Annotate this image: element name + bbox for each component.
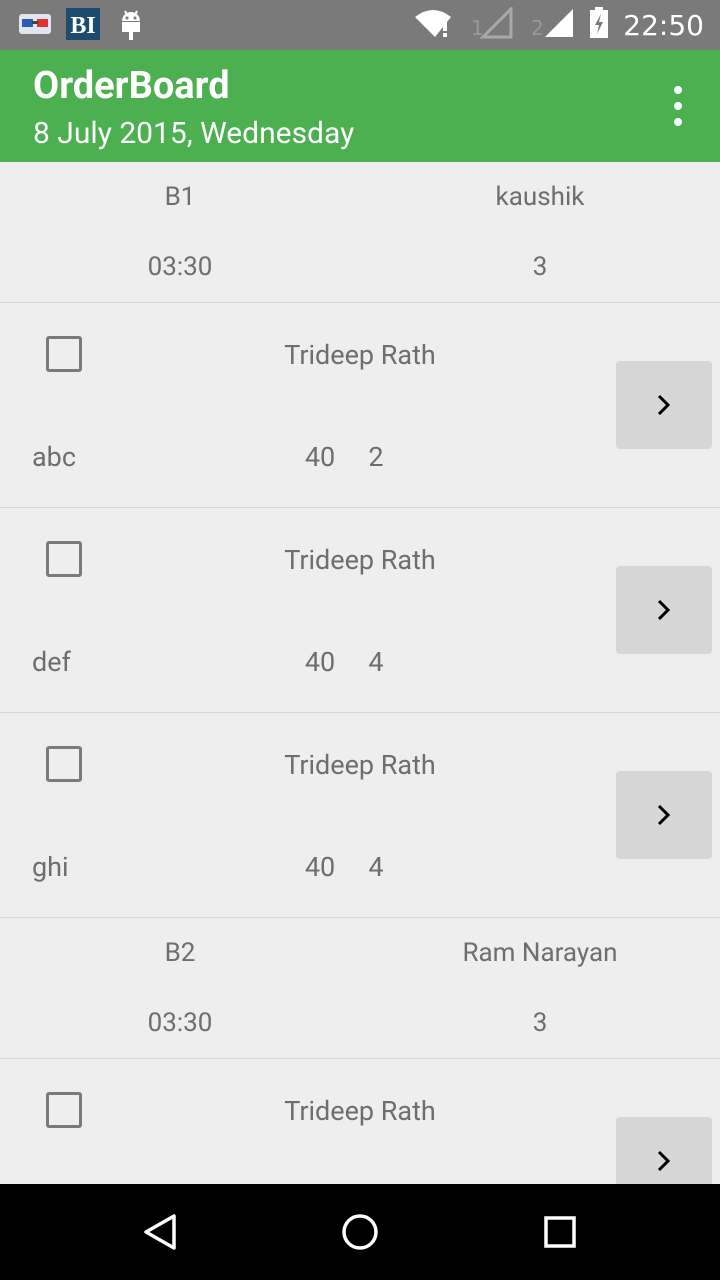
svg-text:BI: BI xyxy=(70,13,95,39)
order-row: Trideep Rath ghi 40 4 xyxy=(0,713,720,918)
app-bar: OrderBoard 8 July 2015, Wednesday xyxy=(0,50,720,162)
chevron-right-icon xyxy=(657,599,671,621)
order-qty: 4 xyxy=(368,851,384,883)
order-customer: Trideep Rath xyxy=(284,339,436,371)
system-nav-bar xyxy=(0,1184,720,1280)
order-row: Trideep Rath abc 40 2 xyxy=(0,303,720,508)
wifi-icon xyxy=(413,7,453,43)
chevron-right-icon xyxy=(657,804,671,826)
svg-text:1: 1 xyxy=(471,16,484,39)
order-item: ghi xyxy=(32,851,69,883)
order-row: Trideep Rath def 40 4 xyxy=(0,508,720,713)
order-price: 40 xyxy=(304,441,336,473)
order-price: 40 xyxy=(304,851,336,883)
bi-icon: BI xyxy=(66,8,100,40)
battery-icon xyxy=(589,7,609,43)
back-icon[interactable] xyxy=(130,1202,190,1262)
clock: 22:50 xyxy=(623,8,704,42)
order-price: 40 xyxy=(304,646,336,678)
order-item: def xyxy=(32,646,71,678)
signal-sim1-icon: 1 xyxy=(467,5,513,43)
android-icon xyxy=(114,8,148,40)
signal-sim2-icon: 2 xyxy=(527,7,575,43)
group-count: 3 xyxy=(532,1008,548,1038)
order-customer: Trideep Rath xyxy=(284,1095,436,1127)
order-details-button[interactable] xyxy=(616,566,712,654)
group-time: 03:30 xyxy=(147,1008,213,1038)
group-name: Ram Narayan xyxy=(462,938,618,968)
group-name: kaushik xyxy=(495,182,585,212)
order-details-button[interactable] xyxy=(616,1117,712,1184)
group-header: B1 kaushik 03:30 3 xyxy=(0,162,720,303)
group-header: B2 Ram Narayan 03:30 3 xyxy=(0,918,720,1059)
order-customer: Trideep Rath xyxy=(284,544,436,576)
recents-icon[interactable] xyxy=(530,1202,590,1262)
group-batch: B2 xyxy=(164,938,196,968)
glasses-icon xyxy=(18,8,52,40)
order-customer: Trideep Rath xyxy=(284,749,436,781)
order-row: Trideep Rath xyxy=(0,1059,720,1184)
order-qty: 2 xyxy=(368,441,384,473)
svg-text:2: 2 xyxy=(531,16,544,39)
group-batch: B1 xyxy=(164,182,196,212)
group-time: 03:30 xyxy=(147,252,213,282)
order-list[interactable]: B1 kaushik 03:30 3 Trideep Rath abc 40 2… xyxy=(0,162,720,1184)
home-icon[interactable] xyxy=(330,1202,390,1262)
app-subtitle-date: 8 July 2015, Wednesday xyxy=(33,116,355,151)
app-title: OrderBoard xyxy=(33,64,230,108)
order-details-button[interactable] xyxy=(616,771,712,859)
order-item: abc xyxy=(32,441,76,473)
order-details-button[interactable] xyxy=(616,361,712,449)
order-qty: 4 xyxy=(368,646,384,678)
overflow-menu-icon[interactable] xyxy=(666,86,690,126)
chevron-right-icon xyxy=(657,394,671,416)
status-bar: BI 1 2 22:50 xyxy=(0,0,720,50)
group-count: 3 xyxy=(532,252,548,282)
chevron-right-icon xyxy=(657,1150,671,1172)
